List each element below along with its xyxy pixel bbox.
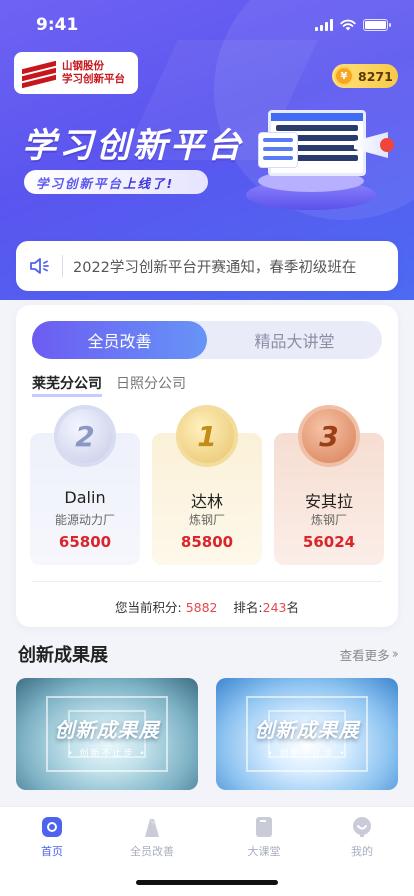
wifi-icon [340,19,356,31]
cellular-signal-icon [315,19,333,31]
notice-text[interactable]: 2022学习创新平台开赛通知，春季初级班在 [73,256,386,277]
tab-premium-lecture[interactable]: 精品大讲堂 [207,321,382,359]
ranking-divider [32,581,382,582]
podium-name: Dalin [64,488,106,507]
status-icons [315,19,391,31]
tabbar-item-classroom[interactable]: 大课堂 [224,815,304,859]
status-time: 9:41 [36,15,79,35]
my-rank-unit: 名 [286,600,299,615]
home-icon [42,817,62,837]
double-chevron-right-icon: ›› [391,646,400,662]
profile-icon [353,817,371,837]
my-score-value: 5882 [185,600,218,615]
silver-medal-icon: 2 [54,405,116,467]
my-rank-value: 243 [262,600,287,615]
gold-medal-icon: 1 [176,405,238,467]
leaderboard-podium: Dalin 能源动力厂 65800 达林 炼钢厂 85800 安其拉 炼钢厂 5… [30,405,384,573]
podium-score: 65800 [58,533,112,551]
tabbar-label: 首页 [41,845,63,858]
tabbar-label: 我的 [351,845,373,858]
home-indicator [136,880,278,885]
showcase-card-subtitle: • 创新不止步 • [267,749,347,759]
logo-line2: 学习创新平台 [62,73,125,85]
logo-line1: 山钢股份 [62,60,104,72]
banner-subtitle-prefix: 学习创新平台 [36,175,124,191]
tab-all-staff-improvement[interactable]: 全员改善 [32,321,207,359]
podium-score: 85800 [180,533,234,551]
platform-illustration [236,102,406,222]
banner-subtitle-highlight: 上线了! [123,175,175,191]
status-bar: 9:41 [0,0,414,50]
podium-name: 达林 [190,492,223,511]
showcase-card[interactable]: 创新成果展 • 创新不止步 • [16,678,198,790]
ranking-tabs: 全员改善 精品大讲堂 [32,321,382,359]
branch-tabs: 莱芜分公司 日照分公司 [32,373,186,397]
branch-tab-laiwu[interactable]: 莱芜分公司 [32,373,102,397]
coin-icon: ¥ [334,66,354,86]
bronze-medal-icon: 3 [298,405,360,467]
view-more-label: 查看更多 [339,647,390,663]
showcase-card-subtitle: • 创新不止步 • [67,749,147,759]
showcase-card[interactable]: 创新成果展 • 创新不止步 • [216,678,398,790]
podium-dept: 炼钢厂 [188,513,225,527]
banner-subtitle: 学习创新平台 上线了! [24,170,208,194]
company-logo: 山钢股份 学习创新平台 [14,52,138,94]
notice-bar[interactable]: 2022学习创新平台开赛通知，春季初级班在 [16,241,398,291]
ranking-card: 全员改善 精品大讲堂 莱芜分公司 日照分公司 Dalin 能源动力厂 65800… [16,305,398,627]
podium-dept: 能源动力厂 [54,513,115,527]
tabbar-label: 全员改善 [130,845,174,858]
showcase-card-title: 创新成果展 [254,718,360,742]
podium-score: 56024 [302,533,356,551]
section-title: 创新成果展 [18,645,108,666]
podium-name: 安其拉 [304,492,353,511]
banner-title: 学习创新平台 [22,126,244,166]
my-score-label: 您当前积分: [114,600,182,615]
showcase-card-title: 创新成果展 [54,718,160,742]
coin-value: 8271 [358,68,393,84]
branch-tab-rizhao[interactable]: 日照分公司 [116,373,186,393]
speaker-icon [30,258,49,274]
showcase-header: 创新成果展 查看更多 ›› [18,641,400,667]
view-more-link[interactable]: 查看更多 ›› [339,645,400,664]
tabbar-item-profile[interactable]: 我的 [322,815,402,859]
battery-icon [363,19,391,31]
podium-dept: 炼钢厂 [310,513,347,527]
my-score-summary: 您当前积分: 5882 排名:243名 [16,597,398,616]
coin-balance-badge[interactable]: ¥ 8271 [332,64,398,88]
my-rank-label: 排名: [233,600,263,615]
tabbar-item-improvement[interactable]: 全员改善 [112,815,192,859]
book-icon [256,817,272,837]
tabbar-label: 大课堂 [247,845,281,858]
improve-icon [145,819,159,837]
tabbar-item-home[interactable]: 首页 [12,815,92,859]
logo-mark-icon [22,60,56,89]
notice-divider [62,255,63,277]
